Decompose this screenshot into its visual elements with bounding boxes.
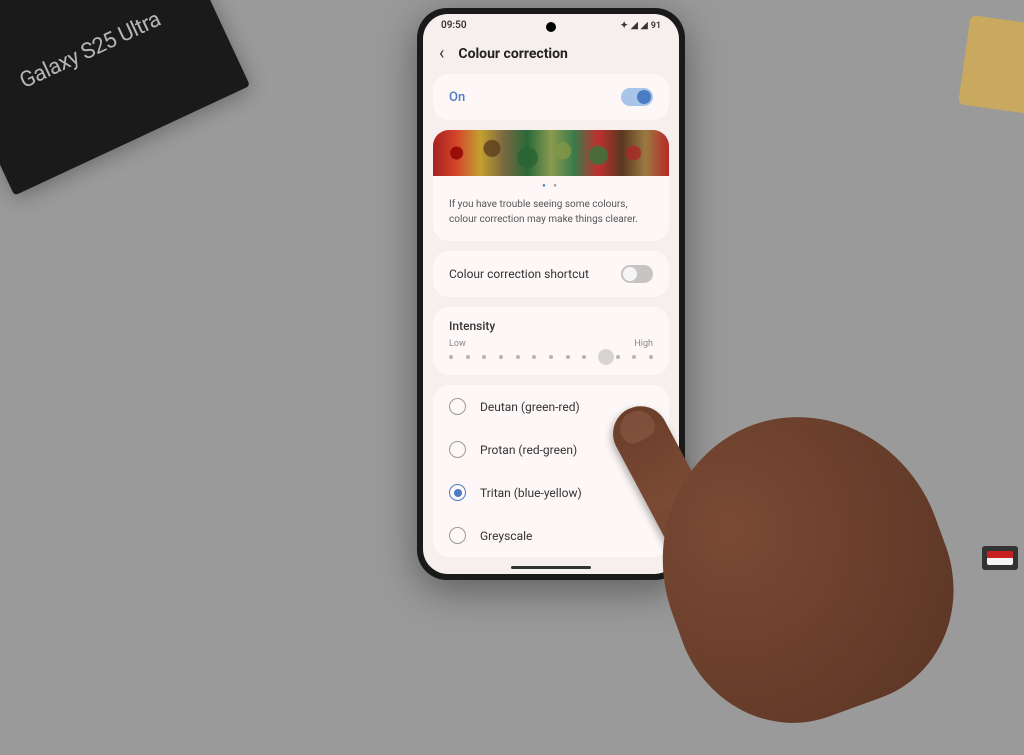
master-toggle-switch[interactable]: [621, 88, 653, 106]
side-prop: [958, 15, 1024, 115]
slider-track: [449, 355, 653, 359]
master-toggle-label: On: [449, 90, 465, 105]
carousel-dots[interactable]: ● ●: [433, 176, 669, 193]
master-toggle-row[interactable]: On: [433, 74, 669, 120]
preview-card: ● ● If you have trouble seeing some colo…: [433, 130, 669, 241]
intensity-slider[interactable]: [433, 349, 669, 375]
intensity-title: Intensity: [433, 307, 669, 339]
preview-image[interactable]: [433, 130, 669, 176]
slider-thumb[interactable]: [598, 349, 614, 365]
status-indicators: ✦ ◢ ◢ 91: [620, 21, 661, 31]
radio-icon: [449, 398, 466, 415]
toggle-knob: [623, 267, 637, 281]
slider-low-label: Low: [449, 339, 466, 349]
signal-icon: ◢: [631, 21, 638, 31]
shortcut-row[interactable]: Colour correction shortcut: [433, 251, 669, 297]
radio-icon: [449, 527, 466, 544]
shortcut-card: Colour correction shortcut: [433, 251, 669, 297]
page-header: ‹ Colour correction: [423, 33, 679, 74]
wifi-icon: ✦: [620, 21, 628, 31]
shortcut-toggle-switch[interactable]: [621, 265, 653, 283]
slider-high-label: High: [634, 339, 653, 349]
back-icon[interactable]: ‹: [439, 43, 444, 64]
feature-description: If you have trouble seeing some colours,…: [433, 193, 669, 241]
battery-level: 91: [651, 21, 661, 31]
option-greyscale[interactable]: Greyscale: [433, 514, 669, 557]
option-label: Tritan (blue-yellow): [480, 486, 582, 500]
radio-icon: [449, 441, 466, 458]
option-label: Greyscale: [480, 529, 532, 543]
channel-badge: [982, 546, 1018, 570]
shortcut-label: Colour correction shortcut: [449, 267, 589, 281]
master-toggle-card: On: [433, 74, 669, 120]
nav-gesture-bar[interactable]: [511, 566, 591, 569]
page-title: Colour correction: [458, 46, 567, 62]
signal-icon-2: ◢: [641, 21, 648, 31]
toggle-knob: [637, 90, 651, 104]
radio-icon-selected: [449, 484, 466, 501]
product-box-prop: Galaxy S25 Ultra: [0, 0, 250, 196]
product-box-label: Galaxy S25 Ultra: [16, 7, 164, 94]
intensity-card: Intensity Low High: [433, 307, 669, 375]
option-label: Protan (red-green): [480, 443, 577, 457]
option-label: Deutan (green-red): [480, 400, 580, 414]
status-time: 09:50: [441, 20, 467, 31]
camera-notch: [546, 22, 556, 32]
slider-labels: Low High: [433, 339, 669, 349]
